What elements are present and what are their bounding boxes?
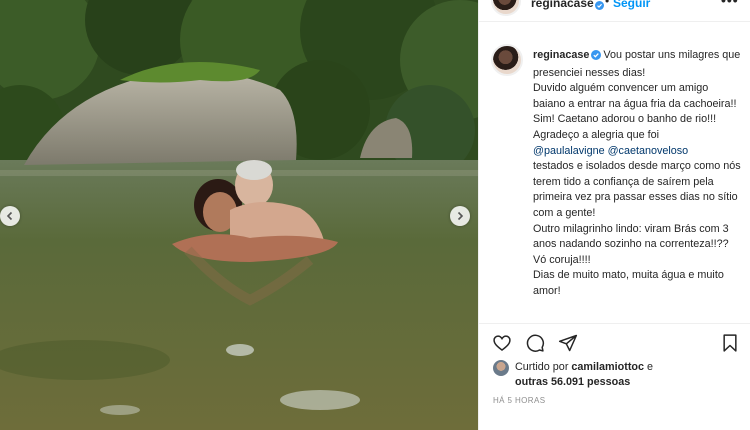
mention-link[interactable]: @paulalavigne [533, 145, 605, 157]
caption-body-2: testados e isolados desde março como nós… [533, 160, 741, 297]
liker-avatar[interactable] [493, 360, 509, 376]
actions-divider [479, 323, 750, 324]
comment-icon [526, 334, 545, 352]
save-button[interactable] [719, 332, 741, 354]
post-timestamp[interactable]: HÁ 5 HORAS [493, 396, 545, 405]
caption-avatar[interactable] [491, 44, 523, 76]
caption-text: reginacase Vou postar uns milagres que pr… [533, 48, 743, 300]
verified-badge-icon [595, 0, 604, 15]
carousel-prev-button[interactable] [0, 206, 20, 226]
follow-button[interactable]: Seguir [613, 0, 650, 10]
header-username[interactable]: reginacase [531, 0, 594, 10]
photo-scene [0, 0, 478, 430]
caption-body-1: Vou postar uns milagres que presenciei n… [533, 49, 741, 141]
post-photo[interactable] [0, 0, 478, 430]
like-button[interactable] [491, 332, 513, 354]
liked-by-line1: Curtido por camilamiottoc e [515, 360, 653, 375]
caption-block: reginacase Vou postar uns milagres que pr… [479, 36, 750, 326]
share-icon [558, 334, 578, 352]
chevron-right-icon [457, 211, 464, 221]
liked-by-prefix: Curtido por [515, 361, 569, 373]
liker-username[interactable]: camilamiottoc [571, 361, 644, 373]
verified-badge-icon [591, 50, 602, 66]
caption-username[interactable]: reginacase [533, 49, 589, 61]
separator-dot: • [605, 0, 610, 8]
post-side-panel: reginacase • Seguir ••• reginacase Vou po… [479, 0, 750, 430]
comment-button[interactable] [524, 332, 546, 354]
mention-link[interactable]: @caetanoveloso [608, 145, 689, 157]
liked-by-line2: outras 56.091 pessoas [515, 375, 630, 390]
heart-icon [493, 335, 511, 352]
bookmark-icon [723, 334, 737, 352]
share-button[interactable] [557, 332, 579, 354]
avatar[interactable] [491, 0, 521, 16]
likes-count-link[interactable]: outras 56.091 pessoas [515, 376, 630, 388]
more-options-icon[interactable]: ••• [721, 0, 739, 8]
carousel-next-button[interactable] [450, 206, 470, 226]
liked-by-connector: e [647, 361, 654, 373]
post-header: reginacase • Seguir ••• [479, 0, 750, 22]
action-bar [479, 330, 750, 356]
chevron-left-icon [6, 211, 13, 221]
